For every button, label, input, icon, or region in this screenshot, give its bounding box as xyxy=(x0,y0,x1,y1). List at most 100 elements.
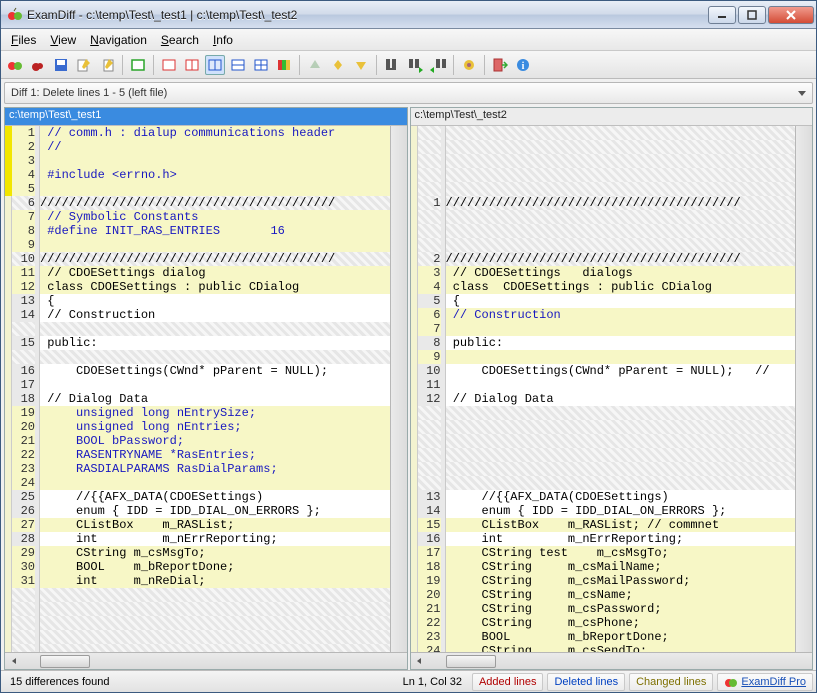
code-line[interactable]: { xyxy=(446,294,796,308)
code-line[interactable]: class CDOESettings : public CDialog xyxy=(40,280,390,294)
code-line[interactable]: BOOL m_bReportDone; xyxy=(446,630,796,644)
code-line[interactable] xyxy=(446,182,796,196)
code-line[interactable] xyxy=(446,210,796,224)
code-line[interactable]: ////////////////////////////////////////… xyxy=(40,252,390,266)
code-line[interactable] xyxy=(40,602,390,616)
code-line[interactable]: // comm.h : dialup communications header xyxy=(40,126,390,140)
info-icon[interactable]: i xyxy=(513,55,533,75)
view-split-horiz-icon[interactable] xyxy=(228,55,248,75)
code-line[interactable]: CString m_csMailPassword; xyxy=(446,574,796,588)
code-line[interactable] xyxy=(446,378,796,392)
code-line[interactable]: int m_nErrReporting; xyxy=(446,532,796,546)
code-line[interactable] xyxy=(40,154,390,168)
exit-icon[interactable] xyxy=(490,55,510,75)
nav-current-icon[interactable] xyxy=(328,55,348,75)
code-line[interactable]: CString m_csName; xyxy=(446,588,796,602)
code-line[interactable]: unsigned long nEntrySize; xyxy=(40,406,390,420)
dropdown-arrow-icon[interactable] xyxy=(794,85,810,101)
code-line[interactable]: BOOL m_bReportDone; xyxy=(40,560,390,574)
code-line[interactable]: //{{AFX_DATA(CDOESettings) xyxy=(446,490,796,504)
save-icon[interactable] xyxy=(51,55,71,75)
scroll-left-icon[interactable] xyxy=(411,653,428,670)
code-line[interactable] xyxy=(40,616,390,630)
menu-info[interactable]: Info xyxy=(207,31,239,49)
view-split-blue-icon[interactable] xyxy=(205,55,225,75)
menu-view[interactable]: View xyxy=(44,31,82,49)
find-next-icon[interactable] xyxy=(405,55,425,75)
code-line[interactable] xyxy=(446,168,796,182)
right-path-header[interactable]: c:\temp\Test\_test2 xyxy=(411,108,813,126)
view-color-icon[interactable] xyxy=(274,55,294,75)
left-code-area[interactable]: 1234567891011121314151617181920212223242… xyxy=(5,126,407,652)
code-line[interactable]: public: xyxy=(40,336,390,350)
code-line[interactable]: { xyxy=(40,294,390,308)
edit-left-icon[interactable] xyxy=(74,55,94,75)
code-line[interactable] xyxy=(446,350,796,364)
code-line[interactable]: CString m_csMailName; xyxy=(446,560,796,574)
find-icon[interactable] xyxy=(382,55,402,75)
code-line[interactable]: // Dialog Data xyxy=(446,392,796,406)
code-line[interactable]: unsigned long nEntries; xyxy=(40,420,390,434)
code-line[interactable]: class CDOESettings : public CDialog xyxy=(446,280,796,294)
edit-right-icon[interactable] xyxy=(97,55,117,75)
code-line[interactable] xyxy=(446,140,796,154)
code-line[interactable]: enum { IDD = IDD_DIAL_ON_ERRORS }; xyxy=(40,504,390,518)
code-line[interactable]: // xyxy=(40,140,390,154)
code-line[interactable]: enum { IDD = IDD_DIAL_ON_ERRORS }; xyxy=(446,504,796,518)
code-line[interactable]: CDOESettings(CWnd* pParent = NULL); xyxy=(40,364,390,378)
diff-selector[interactable]: Diff 1: Delete lines 1 - 5 (left file) xyxy=(4,82,813,104)
view-split-vert-icon[interactable] xyxy=(182,55,202,75)
code-line[interactable]: CListBox m_RASList; // commnet xyxy=(446,518,796,532)
code-line[interactable] xyxy=(446,126,796,140)
left-vscrollbar[interactable] xyxy=(390,126,407,652)
code-line[interactable]: // Symbolic Constants xyxy=(40,210,390,224)
scroll-thumb[interactable] xyxy=(40,655,90,668)
code-line[interactable] xyxy=(446,154,796,168)
code-line[interactable] xyxy=(446,420,796,434)
code-line[interactable]: // CDOESettings dialogs xyxy=(446,266,796,280)
left-path-header[interactable]: c:\temp\Test\_test1 xyxy=(5,108,407,126)
minimize-button[interactable] xyxy=(708,6,736,24)
new-window-icon[interactable] xyxy=(128,55,148,75)
code-line[interactable] xyxy=(40,378,390,392)
code-line[interactable] xyxy=(40,476,390,490)
code-line[interactable] xyxy=(446,434,796,448)
find-prev-icon[interactable] xyxy=(428,55,448,75)
scroll-left-icon[interactable] xyxy=(5,653,22,670)
maximize-button[interactable] xyxy=(738,6,766,24)
scroll-thumb[interactable] xyxy=(446,655,496,668)
code-line[interactable] xyxy=(446,462,796,476)
code-line[interactable] xyxy=(446,322,796,336)
code-line[interactable]: int m_nErrReporting; xyxy=(40,532,390,546)
code-line[interactable]: // Construction xyxy=(446,308,796,322)
code-line[interactable] xyxy=(446,406,796,420)
code-line[interactable]: int m_nReDial; xyxy=(40,574,390,588)
view-quad-icon[interactable] xyxy=(251,55,271,75)
code-line[interactable]: #include <errno.h> xyxy=(40,168,390,182)
code-line[interactable] xyxy=(40,588,390,602)
code-line[interactable]: CDOESettings(CWnd* pParent = NULL); // xyxy=(446,364,796,378)
title-bar[interactable]: ExamDiff - c:\temp\Test\_test1 | c:\temp… xyxy=(1,1,816,29)
view-single-icon[interactable] xyxy=(159,55,179,75)
right-code[interactable]: ////////////////////////////////////////… xyxy=(446,126,796,652)
code-line[interactable]: //{{AFX_DATA(CDOESettings) xyxy=(40,490,390,504)
menu-files[interactable]: Files xyxy=(5,31,42,49)
left-hscrollbar[interactable] xyxy=(5,652,407,669)
code-line[interactable]: CString m_csPhone; xyxy=(446,616,796,630)
code-line[interactable] xyxy=(40,322,390,336)
code-line[interactable] xyxy=(446,476,796,490)
code-line[interactable]: RASDIALPARAMS RasDialParams; xyxy=(40,462,390,476)
code-line[interactable]: CString m_csSendTo; xyxy=(446,644,796,652)
code-line[interactable]: CString m_csMsgTo; xyxy=(40,546,390,560)
menu-navigation[interactable]: Navigation xyxy=(84,31,153,49)
code-line[interactable]: public: xyxy=(446,336,796,350)
right-vscrollbar[interactable] xyxy=(795,126,812,652)
close-button[interactable] xyxy=(768,6,814,24)
code-line[interactable] xyxy=(40,630,390,644)
examdiff-pro-link[interactable]: ExamDiff Pro xyxy=(717,673,813,691)
menu-search[interactable]: Search xyxy=(155,31,205,49)
code-line[interactable]: ////////////////////////////////////////… xyxy=(446,196,796,210)
nav-up-icon[interactable] xyxy=(305,55,325,75)
options-icon[interactable] xyxy=(459,55,479,75)
code-line[interactable]: CString m_csPassword; xyxy=(446,602,796,616)
